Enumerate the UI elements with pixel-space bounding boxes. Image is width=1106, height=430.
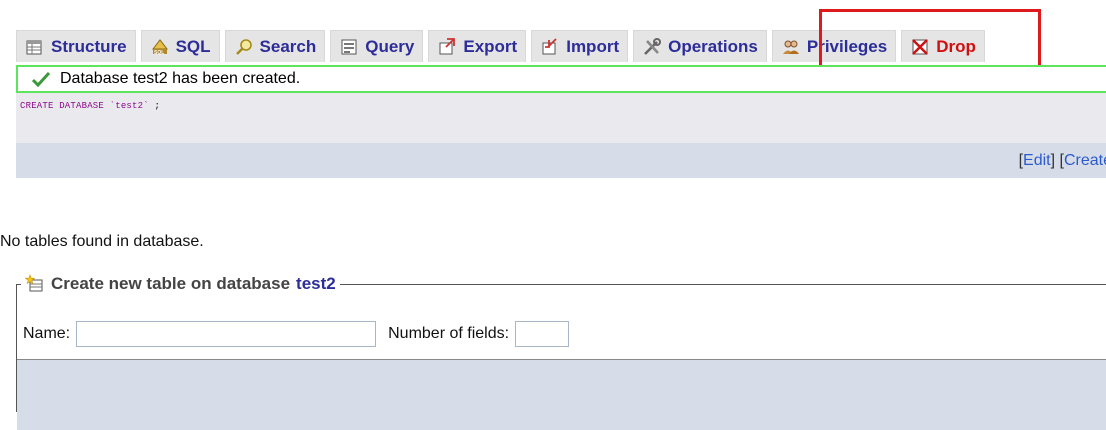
create-table-row: Name: Number of fields: (17, 314, 1106, 354)
tab-label: Search (259, 36, 317, 56)
sql-icon: SQL (151, 38, 168, 56)
sql-query: CREATE DATABASE `test2` ; (20, 101, 160, 111)
sql-end: ; (154, 101, 161, 111)
tab-import[interactable]: Import (531, 30, 629, 62)
sql-db-name: `test2` (109, 101, 149, 111)
tab-structure[interactable]: Structure (16, 30, 136, 62)
tab-search[interactable]: Search (224, 30, 326, 62)
tab-bar: Structure SQL SQL Search Query Export Im… (16, 24, 1106, 64)
export-icon (439, 37, 456, 54)
privileges-icon (782, 40, 799, 54)
tab-label: Operations (668, 36, 758, 56)
fields-label: Number of fields: (388, 325, 510, 342)
no-tables-message: No tables found in database. (0, 233, 204, 250)
edit-link[interactable]: Edit (1023, 152, 1051, 170)
tab-label: Drop (936, 36, 976, 56)
tab-label: Import (566, 36, 620, 56)
legend-db-name: test2 (296, 274, 336, 293)
tab-sql[interactable]: SQL SQL (140, 30, 220, 62)
import-icon (542, 37, 557, 54)
tab-query[interactable]: Query (330, 30, 424, 62)
table-name-input[interactable] (76, 321, 377, 347)
tab-label: Export (463, 36, 518, 56)
new-table-icon (25, 274, 43, 292)
sql-keyword: CREATE DATABASE (20, 101, 105, 111)
tab-label: Structure (51, 36, 127, 56)
checkmark-icon (32, 71, 50, 87)
search-icon (235, 38, 252, 55)
name-label: Name: (23, 325, 71, 342)
bracket-text: ] [ (1050, 151, 1064, 169)
notice-message: Database test2 has been created. (60, 70, 301, 87)
success-notice: Database test2 has been created. (16, 65, 1106, 93)
query-icon (341, 39, 357, 54)
query-actions: [ Edit ] [ Create (16, 143, 1106, 178)
number-of-fields-input[interactable] (515, 321, 570, 347)
sql-query-box: CREATE DATABASE `test2` ; (16, 93, 1106, 143)
operations-icon (644, 37, 662, 55)
create-link[interactable]: Create (1064, 152, 1106, 170)
form-footer (17, 360, 1106, 430)
create-table-form: Create new table on database test2 Name:… (16, 274, 1106, 430)
tab-label: Privileges (806, 36, 888, 56)
tab-drop[interactable]: Drop (901, 30, 985, 62)
svg-text:SQL: SQL (154, 50, 164, 56)
tab-privileges[interactable]: Privileges (771, 30, 897, 62)
tab-export[interactable]: Export (428, 30, 527, 62)
tab-label: SQL (175, 36, 211, 56)
create-table-legend: Create new table on database test2 (21, 274, 340, 294)
tab-operations[interactable]: Operations (633, 30, 767, 62)
tab-label: Query (365, 36, 415, 56)
structure-icon (26, 40, 42, 54)
drop-icon (912, 38, 929, 55)
legend-text: Create new table on database (51, 274, 291, 293)
